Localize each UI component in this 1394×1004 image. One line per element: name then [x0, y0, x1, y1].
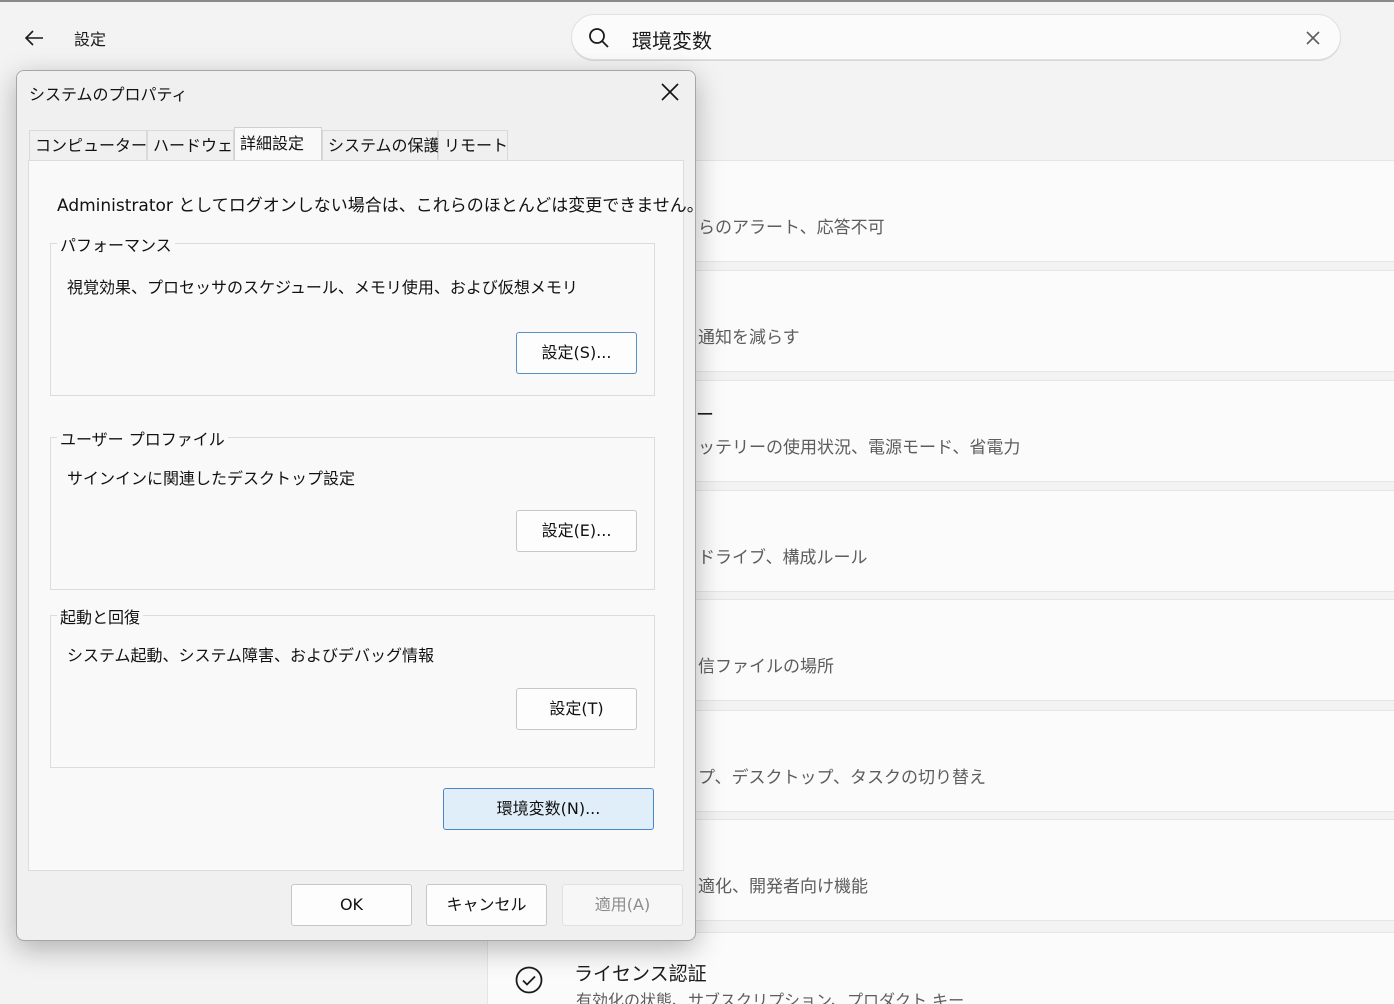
user-profile-group: ユーザー プロファイル サインインに関連したデスクトップ設定 設定(E)... — [50, 426, 655, 590]
cancel-button[interactable]: キャンセル — [426, 884, 547, 926]
back-button[interactable] — [20, 24, 48, 52]
group-label: 起動と回復 — [57, 604, 144, 628]
ok-button[interactable]: OK — [291, 884, 412, 926]
result-desc: 適化、開発者向け機能 — [698, 877, 868, 897]
license-desc: 有効化の状態、サブスクリプション、プロダクト キー — [576, 991, 965, 1004]
advanced-tab-panel: Administrator としてログオンしない場合は、これらのほとんどは変更で… — [28, 160, 695, 871]
user-profile-settings-button[interactable]: 設定(E)... — [516, 510, 637, 552]
search-result-license[interactable]: ライセンス認証 有効化の状態、サブスクリプション、プロダクト キー — [487, 932, 1394, 1004]
license-title: ライセンス認証 — [574, 963, 707, 985]
result-desc: 信ファイルの場所 — [698, 657, 834, 677]
result-desc: らのアラート、応答不可 — [698, 218, 885, 238]
environment-variables-button[interactable]: 環境変数(N)... — [443, 788, 654, 830]
apply-button[interactable]: 適用(A) — [562, 884, 683, 926]
close-icon[interactable] — [1302, 27, 1324, 49]
search-icon — [589, 28, 609, 48]
performance-group: パフォーマンス 視覚効果、プロセッサのスケジュール、メモリ使用、および仮想メモリ… — [50, 232, 655, 396]
back-arrow-icon — [24, 30, 43, 46]
app-title: 設定 — [74, 30, 107, 49]
dialog-titlebar[interactable]: システムのプロパティ — [17, 71, 695, 113]
group-label: ユーザー プロファイル — [57, 426, 228, 450]
result-desc: ッテリーの使用状況、電源モード、省電力 — [698, 438, 1021, 458]
tab-computer-name[interactable]: コンピューター名 — [29, 130, 163, 160]
tab-system-protection[interactable]: システムの保護 — [322, 130, 440, 160]
admin-note: Administrator としてログオンしない場合は、これらのほとんどは変更で… — [57, 196, 696, 216]
result-desc: 通知を減らす — [698, 328, 800, 348]
window-top-border — [0, 0, 1394, 2]
system-properties-dialog: システムのプロパティ コンピューター名 ハードウェア 詳細設定 システムの保護 … — [16, 70, 696, 941]
check-circle-icon — [515, 966, 543, 994]
dialog-title: システムのプロパティ — [29, 85, 188, 104]
group-desc: 視覚効果、プロセッサのスケジュール、メモリ使用、および仮想メモリ — [67, 278, 578, 297]
group-label: パフォーマンス — [57, 232, 175, 256]
search-value: 環境変数 — [632, 29, 712, 53]
group-desc: システム起動、システム障害、およびデバッグ情報 — [67, 646, 435, 665]
performance-settings-button[interactable]: 設定(S)... — [516, 332, 637, 374]
close-icon[interactable] — [659, 81, 681, 103]
tab-hardware[interactable]: ハードウェア — [147, 130, 249, 160]
result-title: ー — [696, 405, 714, 426]
search-input[interactable]: 環境変数 — [571, 14, 1341, 60]
tab-remote[interactable]: リモート — [438, 130, 508, 160]
group-desc: サインインに関連したデスクトップ設定 — [67, 469, 356, 488]
startup-recovery-group: 起動と回復 システム起動、システム障害、およびデバッグ情報 設定(T) — [50, 604, 655, 768]
result-desc: プ、デスクトップ、タスクの切り替え — [698, 768, 986, 788]
tab-advanced[interactable]: 詳細設定 — [234, 127, 322, 160]
result-desc: ドライブ、構成ルール — [698, 548, 868, 568]
startup-settings-button[interactable]: 設定(T) — [516, 688, 637, 730]
